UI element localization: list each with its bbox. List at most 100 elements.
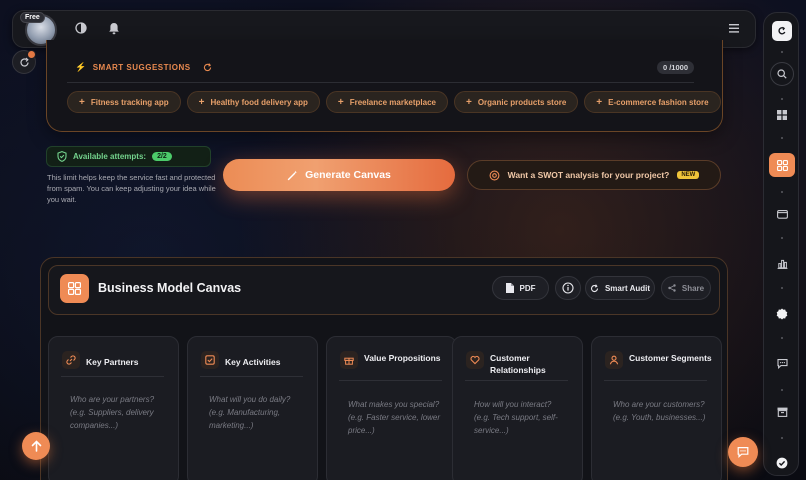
- grid-icon: [60, 274, 89, 303]
- canvas-nav-icon[interactable]: [769, 153, 795, 177]
- plus-icon: +: [198, 96, 205, 108]
- card-title: Key Partners: [86, 357, 139, 367]
- magic-wand-icon: [287, 170, 297, 180]
- business-model-canvas-section: Business Model Canvas PDF Smart Audit Sh…: [40, 257, 728, 480]
- separator-dot: [781, 237, 783, 239]
- generate-label: Generate Canvas: [305, 169, 391, 181]
- canvas-title: Business Model Canvas: [98, 281, 242, 295]
- arrow-up-icon: [31, 440, 41, 452]
- dashboard-icon[interactable]: [764, 110, 800, 120]
- divider: [67, 82, 694, 83]
- canvas-header: Business Model Canvas PDF Smart Audit Sh…: [48, 265, 720, 315]
- suggestion-chip[interactable]: + Organic products store: [453, 91, 579, 113]
- card-divider: [339, 380, 442, 381]
- share-icon: [668, 284, 676, 292]
- user-icon: [605, 351, 623, 369]
- separator-dot: [781, 287, 783, 289]
- chip-label: E-commerce fashion store: [608, 97, 709, 107]
- swot-analysis-button[interactable]: Want a SWOT analysis for your project? N…: [467, 160, 721, 190]
- bar-chart-icon[interactable]: [764, 259, 800, 269]
- suggestion-chips: + Fitness tracking app + Healthy food deli…: [67, 91, 721, 113]
- limit-note: This limit helps keep the service fast a…: [47, 173, 216, 204]
- heart-icon: [466, 351, 484, 369]
- new-badge: NEW: [677, 171, 700, 179]
- checkbox-icon: [201, 351, 219, 369]
- bell-icon[interactable]: [108, 22, 120, 35]
- pdf-button[interactable]: PDF: [492, 276, 549, 300]
- search-icon: [777, 69, 787, 79]
- chat-icon[interactable]: [764, 358, 800, 369]
- smart-audit-button[interactable]: Smart Audit: [585, 276, 655, 300]
- pdf-label: PDF: [519, 283, 536, 293]
- info-button[interactable]: [555, 276, 581, 300]
- chip-label: Healthy food delivery app: [210, 97, 308, 107]
- scroll-to-top-button[interactable]: [22, 432, 50, 460]
- card-title: Value Propositions: [364, 353, 441, 363]
- swot-label: Want a SWOT analysis for your project?: [507, 170, 670, 180]
- generate-canvas-button[interactable]: Generate Canvas: [223, 159, 455, 191]
- bolt-icon: ⚡: [75, 62, 87, 72]
- link-icon: [62, 351, 80, 369]
- card-placeholder: What makes you special? (e.g. Faster ser…: [348, 400, 441, 435]
- wallet-icon[interactable]: [764, 209, 800, 219]
- card-divider: [465, 380, 568, 381]
- menu-icon[interactable]: [729, 24, 739, 33]
- plan-badge: Free: [20, 12, 45, 23]
- plus-icon: +: [79, 96, 85, 108]
- card-customer-relationships[interactable]: Customer Relationships How will you inte…: [452, 336, 583, 480]
- shield-check-icon: [57, 151, 67, 162]
- suggestion-chip[interactable]: + E-commerce fashion store: [584, 91, 721, 113]
- archive-icon[interactable]: [764, 407, 800, 417]
- document-icon: [505, 283, 514, 293]
- suggestion-chip[interactable]: + Healthy food delivery app: [186, 91, 320, 113]
- suggestion-chip[interactable]: + Fitness tracking app: [67, 91, 181, 113]
- card-placeholder: What will you do daily? (e.g. Manufactur…: [209, 395, 291, 430]
- suggestions-heading: SMART SUGGESTIONS: [92, 63, 191, 72]
- theme-toggle-icon[interactable]: [75, 22, 87, 34]
- badge-icon[interactable]: [764, 308, 800, 320]
- chip-label: Freelance marketplace: [349, 97, 436, 107]
- character-counter: 0 /1000: [656, 61, 694, 74]
- card-title: Customer Relationships: [490, 353, 546, 375]
- target-icon: [489, 170, 500, 180]
- right-sidebar: [763, 12, 799, 476]
- attempts-count-badge: 2/2: [152, 152, 172, 161]
- chip-label: Fitness tracking app: [90, 97, 169, 107]
- chip-label: Organic products store: [477, 97, 567, 107]
- separator-dot: [781, 51, 783, 53]
- separator-dot: [781, 191, 783, 193]
- share-button[interactable]: Share: [661, 276, 711, 300]
- chat-support-button[interactable]: [728, 437, 758, 467]
- smart-suggestions-card: ⚡ SMART SUGGESTIONS 0 /1000 + Fitness tra…: [46, 40, 723, 132]
- card-title: Customer Segments: [629, 353, 712, 363]
- plus-icon: +: [596, 96, 603, 108]
- card-title: Key Activities: [225, 357, 281, 367]
- smart-audit-label: Smart Audit: [604, 283, 651, 293]
- card-divider: [604, 380, 707, 381]
- card-value-propositions[interactable]: Value Propositions What makes you specia…: [326, 336, 457, 480]
- history-button[interactable]: [12, 50, 36, 74]
- card-customer-segments[interactable]: Customer Segments Who are your customers…: [591, 336, 722, 480]
- card-divider: [200, 376, 303, 377]
- card-key-partners[interactable]: Key Partners Who are your partners? (e.g…: [48, 336, 179, 480]
- attempts-label: Available attempts:: [73, 152, 147, 161]
- plus-icon: +: [337, 96, 344, 108]
- card-placeholder: Who are your customers? (e.g. Youth, bus…: [613, 400, 706, 422]
- refresh-suggestions-icon[interactable]: [203, 63, 212, 72]
- plus-icon: +: [465, 96, 472, 108]
- separator-dot: [781, 337, 783, 339]
- card-divider: [61, 376, 164, 377]
- separator-dot: [781, 389, 783, 391]
- attempts-indicator: Available attempts: 2/2: [46, 146, 211, 167]
- suggestion-chip[interactable]: + Freelance marketplace: [325, 91, 448, 113]
- refresh-icon: [19, 57, 29, 67]
- card-placeholder: How will you interact? (e.g. Tech suppor…: [474, 400, 558, 435]
- check-circle-icon[interactable]: [764, 457, 800, 469]
- card-placeholder: Who are your partners? (e.g. Suppliers, …: [70, 395, 155, 430]
- logo-icon[interactable]: [772, 21, 792, 41]
- card-key-activities[interactable]: Key Activities What will you do daily? (…: [187, 336, 318, 480]
- separator-dot: [781, 437, 783, 439]
- search-button[interactable]: [770, 62, 794, 86]
- gift-icon: [340, 351, 358, 369]
- suggestions-header: ⚡ SMART SUGGESTIONS: [75, 62, 212, 73]
